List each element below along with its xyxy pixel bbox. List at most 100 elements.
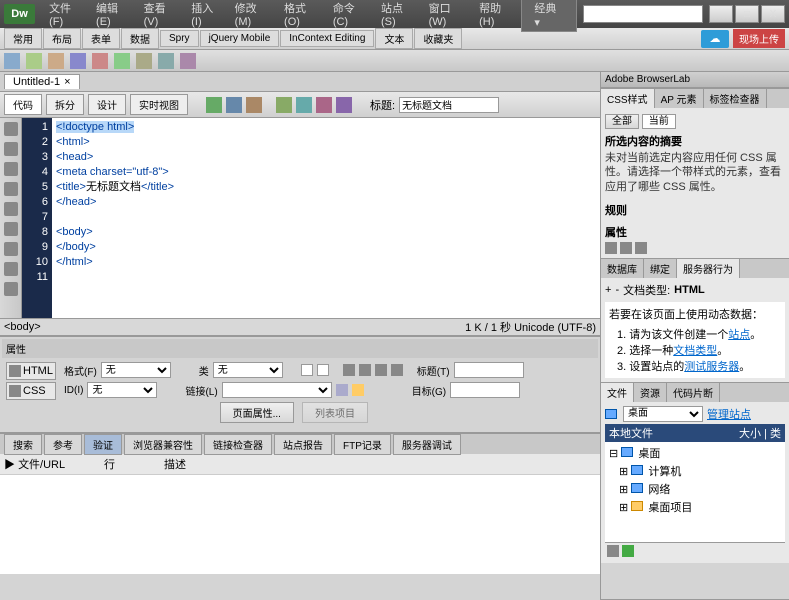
css-tool-icon[interactable] bbox=[620, 242, 632, 254]
insert-tab-common[interactable]: 常用 bbox=[4, 28, 42, 49]
site-select[interactable]: 桌面 bbox=[623, 406, 703, 422]
properties-header[interactable]: 属性 bbox=[2, 339, 598, 358]
cloud-icon[interactable]: ☁ bbox=[701, 30, 729, 48]
menu-file[interactable]: 文件(F) bbox=[43, 0, 90, 28]
toolbar-icon[interactable] bbox=[276, 97, 292, 113]
insert-tab-jquery[interactable]: jQuery Mobile bbox=[200, 30, 280, 47]
target-input[interactable] bbox=[450, 382, 520, 398]
insert-icon[interactable] bbox=[158, 53, 174, 69]
close-button[interactable]: X bbox=[761, 5, 785, 23]
view-code-button[interactable]: 代码 bbox=[4, 94, 42, 115]
insert-icon[interactable] bbox=[180, 53, 196, 69]
file-tool-icon[interactable] bbox=[607, 545, 619, 557]
bold-icon[interactable] bbox=[301, 364, 313, 376]
insert-tab-forms[interactable]: 表单 bbox=[82, 28, 120, 49]
outdent-icon[interactable] bbox=[391, 364, 403, 376]
live-upload-button[interactable]: 现场上传 bbox=[733, 29, 785, 48]
insert-icon[interactable] bbox=[48, 53, 64, 69]
manage-sites-link[interactable]: 管理站点 bbox=[707, 406, 751, 422]
workspace-selector[interactable]: 经典 ▾ bbox=[521, 0, 577, 32]
title-input[interactable] bbox=[399, 97, 499, 113]
menu-site[interactable]: 站点(S) bbox=[375, 0, 423, 28]
code-tool-icon[interactable] bbox=[4, 162, 18, 176]
view-split-button[interactable]: 拆分 bbox=[46, 94, 84, 115]
indent-icon[interactable] bbox=[375, 364, 387, 376]
menu-window[interactable]: 窗口(W) bbox=[423, 0, 474, 28]
insert-tab-text[interactable]: 文本 bbox=[375, 28, 413, 49]
ap-elements-tab[interactable]: AP 元素 bbox=[655, 89, 704, 108]
results-tab-links[interactable]: 链接检查器 bbox=[204, 434, 272, 455]
insert-tab-spry[interactable]: Spry bbox=[160, 30, 199, 47]
minus-icon[interactable]: - bbox=[615, 284, 619, 296]
code-tool-icon[interactable] bbox=[4, 262, 18, 276]
results-tab-search[interactable]: 搜索 bbox=[4, 434, 42, 455]
tag-path-body[interactable]: <body> bbox=[4, 321, 41, 333]
code-tool-icon[interactable] bbox=[4, 182, 18, 196]
results-tab-reports[interactable]: 站点报告 bbox=[274, 434, 332, 455]
results-tab-validation[interactable]: 验证 bbox=[84, 434, 122, 455]
toolbar-icon[interactable] bbox=[206, 97, 222, 113]
menu-commands[interactable]: 命令(C) bbox=[327, 0, 375, 28]
insert-tab-data[interactable]: 数据 bbox=[121, 28, 159, 49]
code-tool-icon[interactable] bbox=[4, 242, 18, 256]
insert-tab-fav[interactable]: 收藏夹 bbox=[414, 28, 462, 49]
site-link[interactable]: 站点 bbox=[728, 329, 750, 341]
minimize-button[interactable]: — bbox=[709, 5, 733, 23]
title-prop-input[interactable] bbox=[454, 362, 524, 378]
insert-icon[interactable] bbox=[136, 53, 152, 69]
maximize-button[interactable]: □ bbox=[735, 5, 759, 23]
insert-tab-incontext[interactable]: InContext Editing bbox=[280, 30, 374, 47]
list-icon[interactable] bbox=[343, 364, 355, 376]
browserlab-header[interactable]: Adobe BrowserLab bbox=[601, 72, 789, 88]
results-tab-compat[interactable]: 浏览器兼容性 bbox=[124, 434, 202, 455]
plus-icon[interactable]: + bbox=[605, 284, 611, 296]
search-input[interactable] bbox=[583, 5, 703, 23]
menu-modify[interactable]: 修改(M) bbox=[229, 0, 278, 28]
file-tree[interactable]: ⊟ 桌面 ⊞ 计算机 ⊞ 网络 ⊞ 桌面项目 bbox=[605, 442, 785, 542]
view-live-button[interactable]: 实时视图 bbox=[130, 94, 188, 115]
props-html-button[interactable]: HTML bbox=[6, 362, 56, 380]
toolbar-icon[interactable] bbox=[246, 97, 262, 113]
code-tool-icon[interactable] bbox=[4, 282, 18, 296]
refresh-icon[interactable] bbox=[622, 545, 634, 557]
bindings-tab[interactable]: 绑定 bbox=[644, 259, 677, 278]
insert-icon[interactable] bbox=[4, 53, 20, 69]
menu-view[interactable]: 查看(V) bbox=[138, 0, 186, 28]
css-tool-icon[interactable] bbox=[635, 242, 647, 254]
insert-icon[interactable] bbox=[26, 53, 42, 69]
files-tab[interactable]: 文件 bbox=[601, 383, 634, 402]
toolbar-icon[interactable] bbox=[296, 97, 312, 113]
link-select[interactable] bbox=[222, 382, 332, 398]
menu-format[interactable]: 格式(O) bbox=[278, 0, 327, 28]
page-properties-button[interactable]: 页面属性... bbox=[220, 402, 294, 423]
css-tool-icon[interactable] bbox=[605, 242, 617, 254]
view-design-button[interactable]: 设计 bbox=[88, 94, 126, 115]
toolbar-icon[interactable] bbox=[226, 97, 242, 113]
doctype-link[interactable]: 文档类型 bbox=[673, 345, 717, 357]
css-styles-tab[interactable]: CSS样式 bbox=[601, 89, 655, 108]
link-target-icon[interactable] bbox=[336, 384, 348, 396]
code-content[interactable]: <!doctype html> <html> <head> <meta char… bbox=[52, 118, 600, 318]
italic-icon[interactable] bbox=[317, 364, 329, 376]
insert-icon[interactable] bbox=[114, 53, 130, 69]
insert-icon[interactable] bbox=[92, 53, 108, 69]
toolbar-icon[interactable] bbox=[336, 97, 352, 113]
id-select[interactable]: 无 bbox=[87, 382, 157, 398]
document-tab[interactable]: Untitled-1 × bbox=[4, 74, 80, 89]
code-tool-icon[interactable] bbox=[4, 202, 18, 216]
menu-help[interactable]: 帮助(H) bbox=[473, 0, 521, 28]
class-select[interactable]: 无 bbox=[213, 362, 283, 378]
code-tool-icon[interactable] bbox=[4, 122, 18, 136]
insert-icon[interactable] bbox=[70, 53, 86, 69]
format-select[interactable]: 无 bbox=[101, 362, 171, 378]
toolbar-icon[interactable] bbox=[316, 97, 332, 113]
results-tab-ftp[interactable]: FTP记录 bbox=[334, 434, 391, 455]
css-all-button[interactable]: 全部 bbox=[605, 114, 639, 129]
results-tab-server[interactable]: 服务器调试 bbox=[393, 434, 461, 455]
insert-tab-layout[interactable]: 布局 bbox=[43, 28, 81, 49]
results-tab-reference[interactable]: 参考 bbox=[44, 434, 82, 455]
assets-tab[interactable]: 资源 bbox=[634, 383, 667, 402]
testserver-link[interactable]: 测试服务器 bbox=[684, 361, 739, 373]
code-tool-icon[interactable] bbox=[4, 142, 18, 156]
list-icon[interactable] bbox=[359, 364, 371, 376]
